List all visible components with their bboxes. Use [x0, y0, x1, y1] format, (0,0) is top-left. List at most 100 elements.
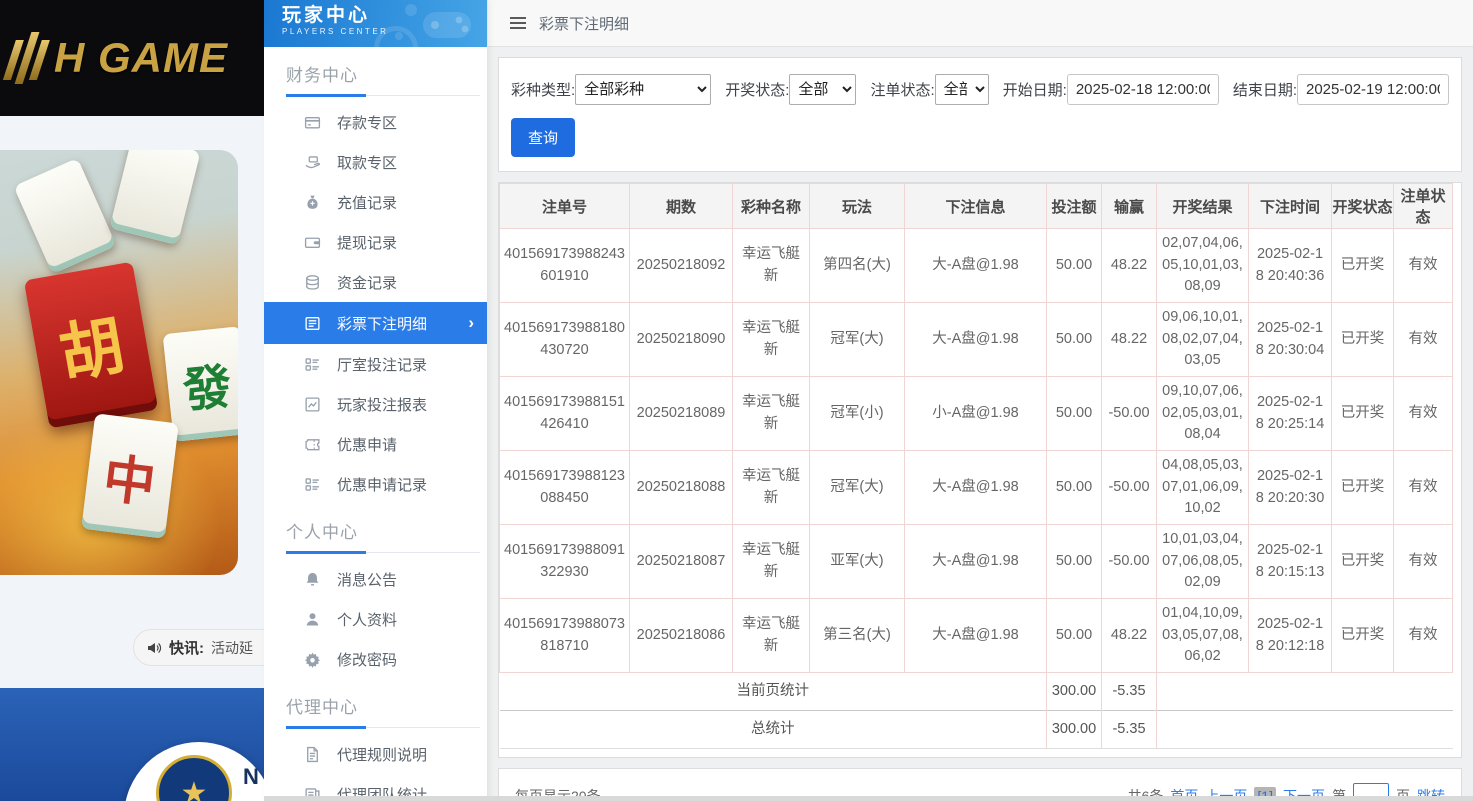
bottom-edge	[264, 796, 1473, 801]
cell-order-status: 有效	[1394, 451, 1453, 525]
moneybag-icon	[304, 194, 321, 211]
cell-lottery-name: 幸运飞艇新	[733, 525, 810, 599]
cell-bet-time: 2025-02-18 20:20:30	[1249, 451, 1332, 525]
summary-row: 当前页统计300.00-5.35	[500, 673, 1453, 711]
sidebar-section-title: 财务中心	[286, 61, 487, 86]
cell-draw-status: 已开奖	[1332, 377, 1394, 451]
cell-lottery-name: 幸运飞艇新	[733, 303, 810, 377]
lottery-type-select[interactable]: 全部彩种	[575, 74, 711, 105]
cell-draw-result: 09,06,10,01,08,02,07,04,03,05	[1157, 303, 1249, 377]
section-divider	[286, 95, 480, 96]
cell-bet-amount: 50.00	[1047, 303, 1102, 377]
sidebar-item-修改密码[interactable]: 修改密码›	[264, 639, 487, 679]
end-date-input[interactable]	[1297, 74, 1449, 105]
cell-order-no: 401569173988180430720	[500, 303, 630, 377]
cell-lottery-name: 幸运飞艇新	[733, 451, 810, 525]
sidebar-item-存款专区[interactable]: 存款专区›	[264, 102, 487, 142]
cell-win-loss: 48.22	[1102, 303, 1157, 377]
menu-toggle-icon[interactable]	[510, 17, 526, 29]
cell-order-no: 401569173988123088450	[500, 451, 630, 525]
page-title: 彩票下注明细	[539, 13, 629, 34]
cell-period: 20250218090	[630, 303, 733, 377]
summary-bet-total: 300.00	[1047, 711, 1102, 749]
promo-record-icon	[304, 476, 321, 493]
sidebar-section: 个人中心	[264, 504, 487, 559]
sidebar-item-提现记录[interactable]: 提现记录›	[264, 222, 487, 262]
cell-bet-info: 大-A盘@1.98	[905, 451, 1047, 525]
bell-icon	[304, 571, 321, 588]
cell-draw-status: 已开奖	[1332, 229, 1394, 303]
draw-status-select[interactable]: 全部	[789, 74, 856, 105]
sidebar-item-玩家投注报表[interactable]: 玩家投注报表›	[264, 384, 487, 424]
sidebar-item-label: 代理规则说明	[337, 744, 427, 765]
sidebar-item-label: 厅室投注记录	[337, 354, 427, 375]
summary-winloss-total: -5.35	[1102, 673, 1157, 711]
col-header-bet-amount: 投注额	[1047, 184, 1102, 229]
main-content: 彩票下注明细 彩种类型: 全部彩种 开奖状态: 全部 注单状态: 全部 开始日期…	[488, 0, 1473, 801]
sidebar-item-充值记录[interactable]: 充值记录›	[264, 182, 487, 222]
summary-label: 总统计	[500, 711, 1047, 749]
bet-detail-icon	[304, 315, 321, 332]
sidebar-item-label: 彩票下注明细	[337, 313, 427, 334]
mahjong-tile	[109, 150, 200, 245]
cell-order-no: 401569173988091322930	[500, 525, 630, 599]
bets-table: 注单号期数彩种名称玩法下注信息投注额输赢开奖结果下注时间开奖状态注单状态 401…	[499, 183, 1453, 749]
sidebar-item-厅室投注记录[interactable]: 厅室投注记录›	[264, 344, 487, 384]
cell-bet-time: 2025-02-18 20:30:04	[1249, 303, 1332, 377]
cell-period: 20250218086	[630, 599, 733, 673]
end-date-label: 结束日期:	[1233, 79, 1297, 100]
col-header-win-loss: 输赢	[1102, 184, 1157, 229]
start-date-input[interactable]	[1067, 74, 1219, 105]
ticker-text: 活动延	[211, 638, 253, 658]
col-header-bet-time: 下注时间	[1249, 184, 1332, 229]
cell-bet-time: 2025-02-18 20:25:14	[1249, 377, 1332, 451]
bet-row: 40156917398815142641020250218089幸运飞艇新冠军(…	[500, 377, 1453, 451]
cell-bet-amount: 50.00	[1047, 377, 1102, 451]
cell-order-status: 有效	[1394, 599, 1453, 673]
sidebar-item-个人资料[interactable]: 个人资料›	[264, 599, 487, 639]
bet-row: 40156917398824360191020250218092幸运飞艇新第四名…	[500, 229, 1453, 303]
cell-bet-info: 大-A盘@1.98	[905, 599, 1047, 673]
summary-label: 当前页统计	[500, 673, 1047, 711]
cell-win-loss: 48.22	[1102, 229, 1157, 303]
cell-bet-info: 小-A盘@1.98	[905, 377, 1047, 451]
summary-winloss-total: -5.35	[1102, 711, 1157, 749]
cell-draw-result: 10,01,03,04,07,06,08,05,02,09	[1157, 525, 1249, 599]
withdraw-hand-icon	[304, 154, 321, 171]
bets-table-card: 注单号期数彩种名称玩法下注信息投注额输赢开奖结果下注时间开奖状态注单状态 401…	[498, 182, 1462, 758]
chevron-right-icon: ›	[468, 313, 474, 333]
sidebar-item-优惠申请[interactable]: 优惠申请›	[264, 424, 487, 464]
cell-period: 20250218092	[630, 229, 733, 303]
sidebar-item-消息公告[interactable]: 消息公告›	[264, 559, 487, 599]
cell-win-loss: -50.00	[1102, 377, 1157, 451]
sidebar-section: 财务中心	[264, 47, 487, 102]
cell-order-status: 有效	[1394, 525, 1453, 599]
speaker-icon	[146, 640, 162, 656]
sidebar-item-取款专区[interactable]: 取款专区›	[264, 142, 487, 182]
cell-period: 20250218089	[630, 377, 733, 451]
sidebar-item-代理规则说明[interactable]: 代理规则说明›	[264, 734, 487, 774]
mahjong-tile-hu: 胡	[24, 262, 158, 429]
cell-draw-result: 01,04,10,09,03,05,07,08,06,02	[1157, 599, 1249, 673]
sidebar-item-彩票下注明细[interactable]: 彩票下注明细 ›	[264, 302, 487, 344]
col-header-bet-info: 下注信息	[905, 184, 1047, 229]
sidebar-item-资金记录[interactable]: 资金记录›	[264, 262, 487, 302]
cell-order-no: 401569173988243601910	[500, 229, 630, 303]
summary-empty	[1157, 673, 1453, 711]
cell-lottery-name: 幸运飞艇新	[733, 599, 810, 673]
hero-image: 胡 發 中	[0, 150, 238, 575]
person-icon	[304, 611, 321, 628]
cell-period: 20250218087	[630, 525, 733, 599]
cell-draw-result: 09,10,07,06,02,05,03,01,08,04	[1157, 377, 1249, 451]
deposit-card-icon	[304, 114, 321, 131]
logo-text: H GAME	[54, 34, 228, 82]
query-button[interactable]: 查询	[511, 118, 575, 157]
order-status-select[interactable]: 全部	[935, 74, 989, 105]
cell-bet-amount: 50.00	[1047, 599, 1102, 673]
sidebar-item-优惠申请记录[interactable]: 优惠申请记录›	[264, 464, 487, 504]
col-header-order-status: 注单状态	[1394, 184, 1453, 229]
site-logo: H GAME	[0, 0, 264, 116]
sidebar-section: 代理中心	[264, 679, 487, 734]
news-ticker: 快讯: 活动延	[133, 629, 264, 666]
cell-order-no: 401569173988073818710	[500, 599, 630, 673]
